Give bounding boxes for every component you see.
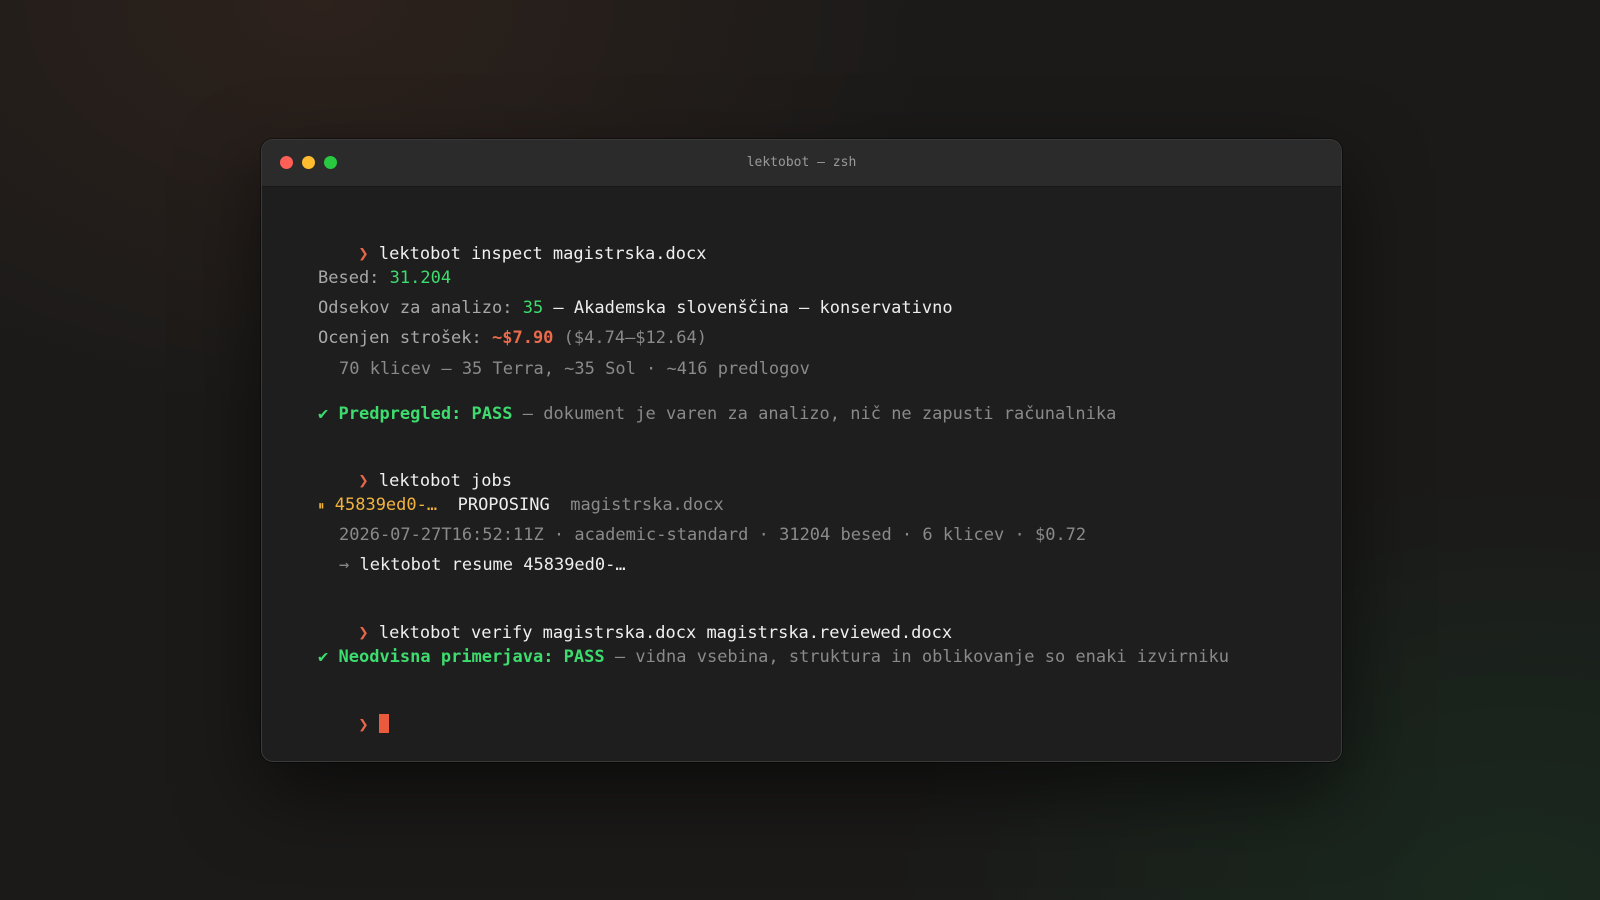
- precheck-detail: — dokument je varen za analizo, nič ne z…: [512, 404, 1117, 424]
- command-text: lektobot verify magistrska.docx magistrs…: [378, 623, 953, 643]
- sections-detail: — Akademska slovenščina — konservativno: [543, 298, 953, 318]
- words-line: Besed: 31.204: [318, 267, 451, 289]
- words-label: Besed:: [318, 268, 390, 288]
- active-prompt[interactable]: ❯: [297, 692, 389, 758]
- sections-label: Odsekov za analizo:: [318, 298, 523, 318]
- job-status: PROPOSING: [457, 495, 550, 515]
- check-icon: ✔: [318, 647, 329, 667]
- cost-value: ~$7.90: [492, 328, 554, 348]
- terminal-window[interactable]: lektobot — zsh ❯ lektobot inspect magist…: [261, 139, 1342, 762]
- verify-status: Neodvisna primerjava: PASS: [338, 647, 605, 667]
- sections-line: Odsekov za analizo: 35 — Akademska slove…: [318, 297, 953, 319]
- precheck-status: Predpregled: PASS: [338, 404, 513, 424]
- job-row: ⏸ 45839ed0-… PROPOSING magistrska.docx: [318, 494, 724, 518]
- verify-detail: — vidna vsebina, struktura in oblikovanj…: [604, 647, 1229, 667]
- resume-hint: → lektobot resume 45839ed0-…: [339, 554, 626, 576]
- cost-label: Ocenjen strošek:: [318, 328, 492, 348]
- prompt-icon: ❯: [358, 623, 369, 643]
- terminal-output[interactable]: ❯ lektobot inspect magistrska.docx Besed…: [262, 186, 1341, 761]
- command-text: lektobot inspect magistrska.docx: [378, 244, 707, 264]
- title-bar[interactable]: lektobot — zsh: [262, 140, 1341, 187]
- prompt-icon: ❯: [358, 715, 369, 735]
- job-id: 45839ed0-…: [334, 495, 438, 515]
- prompt-icon: ❯: [358, 471, 369, 491]
- cost-range: ($4.74–$12.64): [553, 328, 707, 348]
- arrow-icon: →: [339, 555, 350, 575]
- prompt-icon: ❯: [358, 244, 369, 264]
- precheck-line: ✔ Predpregled: PASS — dokument je varen …: [318, 403, 1116, 425]
- check-icon: ✔: [318, 404, 329, 424]
- verify-line: ✔ Neodvisna primerjava: PASS — vidna vse…: [318, 646, 1229, 668]
- pause-icon: ⏸: [318, 499, 325, 514]
- job-file: magistrska.docx: [570, 495, 724, 515]
- resume-command: lektobot resume 45839ed0-…: [359, 555, 626, 575]
- job-meta: 2026-07-27T16:52:11Z · academic-standard…: [339, 525, 1087, 545]
- cost-line: Ocenjen strošek: ~$7.90 ($4.74–$12.64): [318, 327, 707, 349]
- command-text: lektobot jobs: [378, 471, 512, 491]
- text-cursor[interactable]: [378, 714, 389, 733]
- window-title: lektobot — zsh: [746, 155, 857, 170]
- words-value: 31.204: [389, 268, 452, 288]
- calls-detail: 70 klicev — 35 Terra, ~35 Sol · ~416 pre…: [339, 359, 810, 379]
- sections-value: 35: [522, 298, 544, 318]
